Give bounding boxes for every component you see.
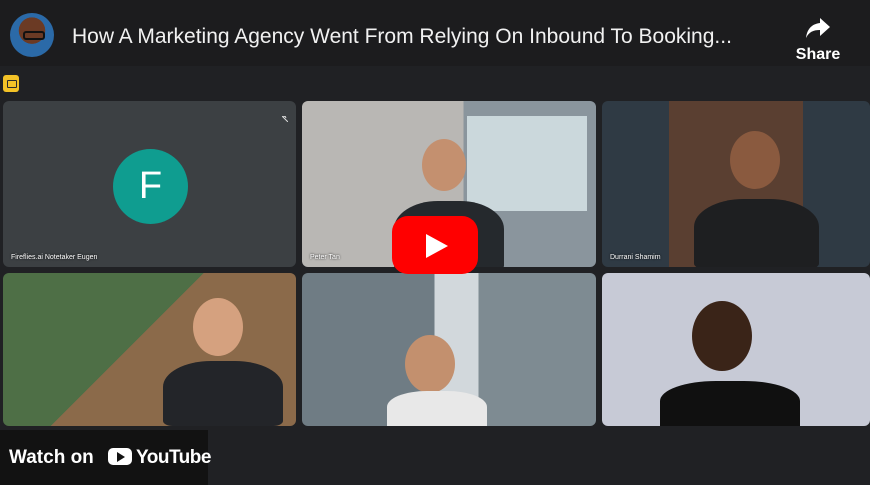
participant-body (660, 381, 800, 426)
participant-face (730, 131, 780, 189)
participant-tile-3: Durrani Shamim (602, 101, 870, 267)
recording-badge-icon (3, 75, 19, 92)
participant-name: Peter Tan (310, 254, 340, 261)
participant-tile-4 (3, 273, 296, 426)
participant-tile-5 (302, 273, 596, 426)
mic-off-icon (281, 109, 289, 123)
video-header: How A Marketing Agency Went From Relying… (0, 0, 870, 66)
office-window (467, 116, 587, 211)
share-button[interactable]: Share (790, 16, 846, 64)
participant-face (422, 139, 466, 191)
share-label: Share (795, 46, 841, 63)
play-icon[interactable] (392, 216, 478, 274)
video-title[interactable]: How A Marketing Agency Went From Relying… (72, 25, 772, 49)
youtube-wordmark[interactable]: YouTube (136, 447, 211, 469)
participant-face (405, 335, 455, 393)
channel-avatar-icon[interactable] (10, 13, 54, 57)
participant-tile-1: F Fireflies.ai Notetaker Eugen (3, 101, 296, 267)
participant-body (163, 361, 283, 426)
participant-body (387, 391, 487, 426)
youtube-logo-icon[interactable] (108, 448, 132, 465)
participant-name: Fireflies.ai Notetaker Eugen (11, 254, 98, 261)
participant-face (193, 298, 243, 356)
share-arrow-icon (806, 18, 830, 38)
participant-body (694, 199, 819, 267)
participant-initial: F (113, 149, 188, 224)
participant-tile-6 (602, 273, 870, 426)
participant-face (692, 301, 752, 371)
participant-name: Durrani Shamim (610, 254, 661, 261)
watch-on-label[interactable]: Watch on (9, 447, 94, 469)
